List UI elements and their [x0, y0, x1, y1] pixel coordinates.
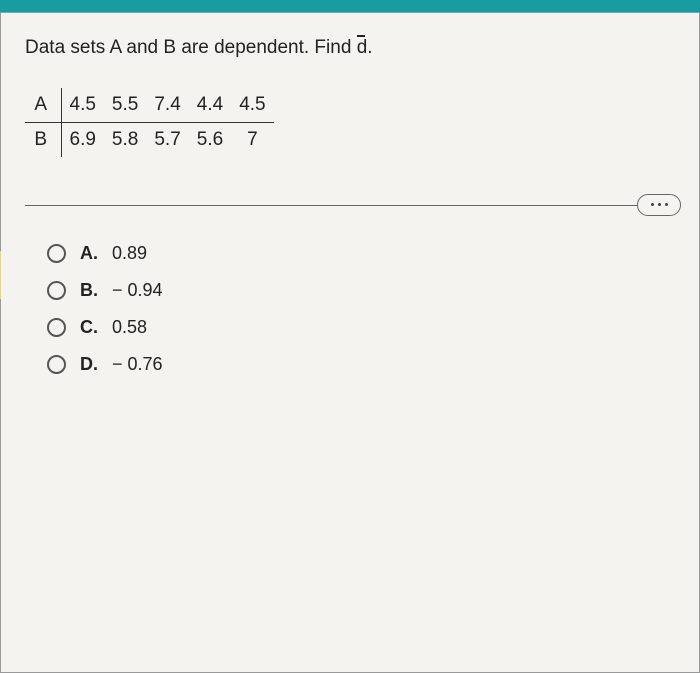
table-cell: 4.5 [61, 88, 104, 123]
option-b[interactable]: B. − 0.94 [47, 280, 675, 301]
option-value: 0.89 [112, 243, 147, 264]
content-area: Data sets A and B are dependent. Find d.… [1, 13, 699, 413]
table-cell: 7.4 [146, 88, 188, 123]
page-frame: Data sets A and B are dependent. Find d.… [0, 12, 700, 673]
dot-icon [658, 203, 661, 206]
more-button[interactable] [637, 194, 681, 216]
table-row: B 6.9 5.8 5.7 5.6 7 [25, 122, 274, 157]
option-a[interactable]: A. 0.89 [47, 243, 675, 264]
data-table: A 4.5 5.5 7.4 4.4 4.5 B 6.9 5.8 5.7 5.6 … [25, 88, 274, 157]
highlight-marker [0, 251, 1, 299]
radio-icon [47, 355, 66, 374]
dot-icon [665, 203, 668, 206]
window-top-bar [0, 0, 700, 12]
table-cell: 5.7 [146, 122, 188, 157]
option-c[interactable]: C. 0.58 [47, 317, 675, 338]
divider-line [25, 205, 675, 206]
radio-icon [47, 244, 66, 263]
table-cell: 6.9 [61, 122, 104, 157]
option-value: − 0.76 [112, 354, 163, 375]
question-prefix: Data sets A and B are dependent. Find [25, 37, 357, 58]
divider [25, 205, 675, 207]
option-letter: C. [80, 317, 106, 338]
option-letter: D. [80, 354, 106, 375]
row-label-a: A [25, 88, 61, 123]
option-letter: A. [80, 243, 106, 264]
table-cell: 5.8 [104, 122, 146, 157]
question-text: Data sets A and B are dependent. Find d. [25, 35, 675, 62]
option-d[interactable]: D. − 0.76 [47, 354, 675, 375]
d-bar-variable: d [357, 35, 368, 62]
dot-icon [651, 203, 654, 206]
option-value: 0.58 [112, 317, 147, 338]
question-suffix: . [367, 37, 372, 58]
option-value: − 0.94 [112, 280, 163, 301]
option-letter: B. [80, 280, 106, 301]
table-cell: 5.6 [189, 122, 231, 157]
row-label-b: B [25, 122, 61, 157]
radio-icon [47, 281, 66, 300]
radio-icon [47, 318, 66, 337]
table-cell: 4.4 [189, 88, 231, 123]
table-cell: 5.5 [104, 88, 146, 123]
table-cell: 4.5 [231, 88, 273, 123]
table-row: A 4.5 5.5 7.4 4.4 4.5 [25, 88, 274, 123]
table-cell: 7 [231, 122, 273, 157]
options-list: A. 0.89 B. − 0.94 C. 0.58 D. − 0.76 [25, 243, 675, 375]
